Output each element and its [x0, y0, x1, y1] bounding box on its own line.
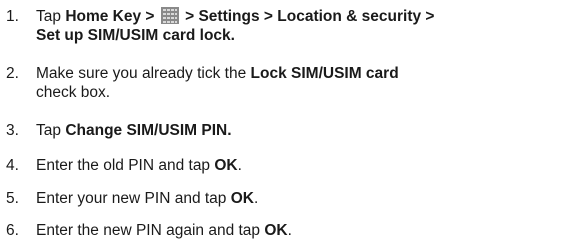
step-text-plain: Enter your new PIN and tap [36, 190, 231, 207]
step-text-plain: Enter the new PIN again and tap [36, 222, 265, 239]
step-text-plain: check box. [36, 84, 111, 101]
step-text-bold: > Settings > Location & security > [180, 8, 435, 25]
step-text-bold: OK [264, 222, 288, 239]
step-text-plain: Tap [36, 8, 66, 25]
step-text: Enter your new PIN and tap OK. [36, 189, 582, 208]
step-text-plain: Tap [36, 122, 66, 139]
step-text-bold: OK [230, 190, 254, 207]
step-text-plain: . [287, 222, 292, 239]
step-text: Enter the old PIN and tap OK. [36, 156, 582, 175]
step-number: 5. [6, 190, 19, 207]
step-text-plain: . [237, 157, 242, 174]
step-number: 2. [6, 65, 19, 82]
step-text-bold: Change SIM/USIM PIN. [65, 122, 232, 139]
step-text-plain: Enter the old PIN and tap [36, 157, 215, 174]
step-number: 3. [6, 122, 19, 139]
step-number: 1. [6, 8, 19, 25]
step-text: Tap Home Key > > Settings > Location & s… [36, 7, 582, 45]
step-number: 4. [6, 157, 19, 174]
step-text-bold: Home Key > [65, 8, 159, 25]
step-text-plain: Make sure you already tick the [36, 65, 251, 82]
step-text-bold: Lock SIM/USIM card [250, 65, 399, 82]
step-number: 6. [6, 222, 19, 239]
step-text: Enter the new PIN again and tap OK. [36, 221, 582, 240]
step-text-plain: . [253, 190, 259, 207]
menu-grid-icon [160, 7, 179, 24]
step-text: Make sure you already tick the Lock SIM/… [36, 64, 582, 102]
step-text-bold: OK [214, 157, 238, 174]
step-text: Tap Change SIM/USIM PIN. [36, 121, 582, 140]
step-text-bold: Set up SIM/USIM card lock. [36, 27, 235, 44]
cut-off-previous-line [0, 0, 584, 3]
